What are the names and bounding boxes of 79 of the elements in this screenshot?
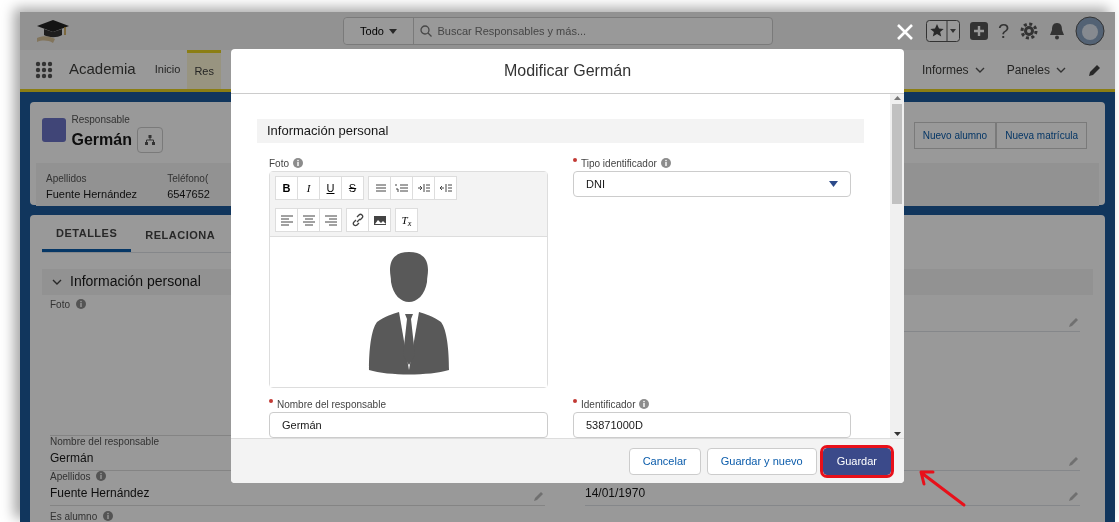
required-marker: [573, 158, 577, 162]
scroll-down-icon[interactable]: [893, 432, 901, 436]
field-value: Fuente Hernández: [50, 484, 150, 502]
required-marker: [269, 399, 273, 403]
field-value: Germán: [50, 449, 95, 467]
align-center-icon: [301, 213, 316, 227]
scrollbar-thumb[interactable]: [892, 104, 902, 204]
info-icon[interactable]: [639, 399, 650, 409]
nav-menu[interactable]: Informes: [921, 60, 985, 79]
app-launcher-icon[interactable]: [35, 60, 53, 79]
pointer-arrow: [918, 468, 968, 508]
info-icon[interactable]: [102, 511, 113, 521]
modal-title: Modificar Germán: [231, 49, 904, 94]
action-button[interactable]: Nuevo alumno: [913, 122, 997, 149]
add-icon[interactable]: [969, 22, 988, 40]
toolbar-button[interactable]: I: [297, 176, 320, 200]
align-left-icon: [279, 213, 294, 227]
pencil-icon[interactable]: [1088, 62, 1102, 77]
hierarchy-icon: [145, 135, 156, 145]
toolbar-button[interactable]: T$_{x}$: [395, 208, 418, 232]
bell-icon[interactable]: [1049, 22, 1065, 40]
scope-dropdown[interactable]: Todo: [344, 18, 414, 44]
info-icon[interactable]: [96, 471, 107, 482]
field-label: Foto: [50, 297, 70, 312]
field-value: 14/01/1970: [585, 484, 646, 502]
required-marker: [573, 399, 577, 403]
field-label: Apellidos: [50, 469, 91, 484]
toolbar-button[interactable]: [346, 208, 369, 232]
indent-icon: [416, 181, 431, 195]
image-icon: [372, 213, 387, 227]
action-button[interactable]: Nueva matrícula: [996, 122, 1087, 149]
modal-dialog: Modificar Germán Información personal Foto B I U S T$_{x}$ Tipo identificador DNI Nombre del responsable Germán Identificador 53871000D Cancelar Guardar y nuevo Guardar: [231, 49, 904, 483]
hierarchy-button[interactable]: [137, 127, 164, 153]
scrollbar[interactable]: [890, 94, 904, 438]
input-field[interactable]: Germán: [269, 412, 548, 438]
section-header: Información personal: [257, 119, 864, 143]
close-icon: [895, 22, 915, 42]
nav-menu[interactable]: Paneles: [1006, 60, 1066, 79]
footer-button[interactable]: Guardar y nuevo: [706, 447, 817, 475]
link-icon: [350, 213, 365, 227]
toolbar-button[interactable]: B: [275, 176, 298, 200]
field-value: 6547652: [167, 187, 210, 202]
info-icon[interactable]: [660, 158, 671, 168]
numbered-list-icon: [394, 181, 409, 195]
chevron-down-icon: [1056, 66, 1066, 73]
chevron-down-icon: [52, 278, 62, 285]
align-right-icon: [323, 213, 338, 227]
chevron-down-icon: [974, 66, 985, 73]
toolbar-button[interactable]: [368, 208, 391, 232]
field-value: Fuente Hernández: [46, 187, 138, 202]
field-label: Apellidos: [46, 172, 87, 186]
app-name: Academia: [69, 59, 136, 80]
search-field[interactable]: Todo Buscar Responsables y más...: [343, 17, 773, 45]
object-label: Responsable: [71, 113, 131, 127]
detail-tab[interactable]: DETALLES: [42, 215, 132, 252]
record-type-icon: [42, 118, 66, 142]
field-label: Nombre del responsable: [50, 434, 159, 449]
info-icon[interactable]: [75, 299, 86, 309]
avatar-icon[interactable]: [1075, 16, 1105, 46]
search-icon: [419, 25, 432, 37]
caret-down-icon: [388, 28, 397, 34]
footer-button[interactable]: Cancelar: [628, 447, 701, 475]
settings-icon[interactable]: [1019, 21, 1039, 41]
input-field[interactable]: 53871000D: [573, 412, 851, 438]
scroll-up-icon[interactable]: [893, 96, 901, 100]
field-label: Es alumno: [50, 509, 98, 522]
select-field[interactable]: DNI: [573, 171, 851, 197]
detail-tab[interactable]: RELACIONA: [131, 215, 230, 252]
field-label: Teléfono(: [167, 172, 209, 186]
graduation-cap-logo: [35, 18, 71, 44]
nav-tab[interactable]: Res: [187, 50, 221, 89]
record-name: Germán: [71, 130, 132, 150]
toolbar-button[interactable]: S: [341, 176, 364, 200]
nav-tab[interactable]: Inicio: [147, 50, 188, 89]
toolbar-button[interactable]: U: [319, 176, 342, 200]
info-icon[interactable]: [293, 158, 303, 168]
caret-down-icon: [829, 181, 838, 187]
outdent-icon: [438, 181, 453, 195]
footer-button[interactable]: Guardar: [822, 447, 891, 475]
